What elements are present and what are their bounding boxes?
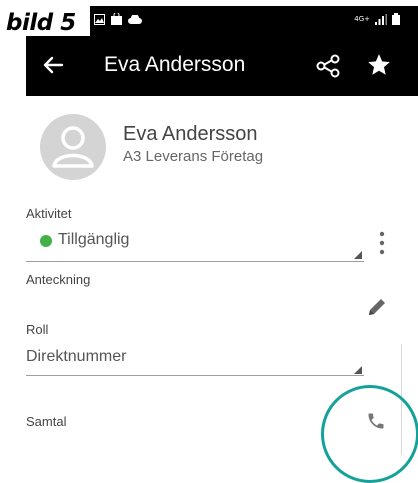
field-divider <box>26 375 364 376</box>
more-options-icon[interactable] <box>378 230 386 256</box>
dropdown-indicator-icon <box>354 366 362 374</box>
status-bar: 4G+ <box>90 6 418 36</box>
availability-indicator <box>40 235 52 247</box>
app-bar: Eva Andersson <box>26 36 418 96</box>
avatar <box>40 114 106 180</box>
battery-icon <box>392 13 400 25</box>
network-type-indicator: 4G+ <box>354 14 370 23</box>
field-divider <box>26 261 364 262</box>
activity-label: Aktivitet <box>26 206 72 221</box>
role-label: Roll <box>26 322 49 337</box>
person-placeholder-icon <box>52 126 94 168</box>
image-caption: bild 5 <box>6 10 76 36</box>
cloud-icon <box>128 14 142 24</box>
contact-company: A3 Leverans Företag <box>123 148 264 165</box>
dropdown-indicator-icon <box>354 251 362 259</box>
page-title: Eva Andersson <box>104 53 246 76</box>
contact-name: Eva Andersson <box>123 123 258 145</box>
contact-details: Eva Andersson A3 Leverans Företag Aktivi… <box>26 96 418 483</box>
back-arrow-icon[interactable] <box>42 54 64 76</box>
shopping-bag-icon <box>111 13 122 25</box>
share-icon[interactable] <box>316 54 340 78</box>
role-select[interactable]: Direktnummer <box>26 348 126 366</box>
note-label: Anteckning <box>26 272 91 287</box>
favorite-star-icon[interactable] <box>366 52 392 78</box>
highlight-circle <box>321 385 418 483</box>
call-label: Samtal <box>26 414 67 429</box>
image-notification-icon <box>94 13 105 25</box>
signal-icon <box>375 13 387 25</box>
availability-select[interactable]: Tillgänglig <box>58 231 129 249</box>
edit-note-icon[interactable] <box>366 296 388 318</box>
